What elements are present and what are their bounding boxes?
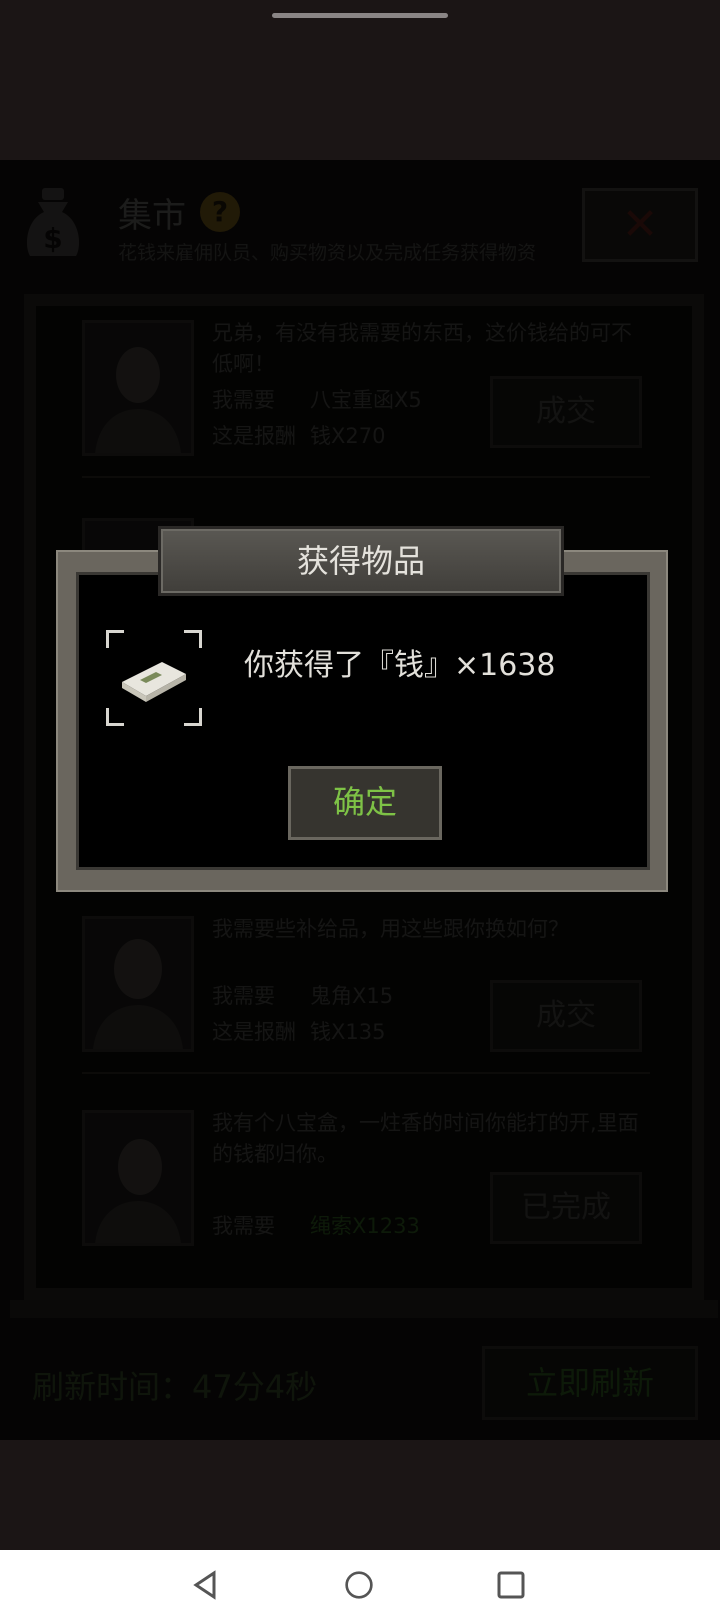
need-line: 我需要 鬼角X15	[212, 980, 393, 1010]
need-value: 绳索X1233	[310, 1214, 420, 1238]
confirm-button[interactable]: 确定	[288, 766, 442, 840]
refresh-now-button[interactable]: 立即刷新	[482, 1346, 698, 1420]
row-divider	[82, 1072, 650, 1074]
offer-text: 兄弟，有没有我需要的东西，这价钱给的可不低啊！	[212, 321, 632, 376]
reward-value: 钱X135	[310, 1020, 386, 1044]
market-screen: $ 集市 ? 花钱来雇佣队员、购买物资以及完成任务获得物资 ✕ 兄弟，有没有我需…	[0, 0, 720, 1600]
recents-icon[interactable]	[496, 1570, 526, 1600]
refresh-timer: 刷新时间：47分4秒	[32, 1368, 318, 1406]
system-nav-bar	[0, 1550, 720, 1600]
close-button[interactable]: ✕	[582, 188, 698, 262]
merchant-portrait	[82, 916, 194, 1052]
need-value: 鬼角X15	[310, 984, 394, 1008]
help-icon[interactable]: ?	[200, 192, 240, 232]
deal-button[interactable]: 成交	[490, 980, 642, 1052]
need-line: 我需要 八宝重函X5	[212, 384, 422, 414]
merchant-portrait	[82, 320, 194, 456]
need-label: 我需要	[212, 1214, 275, 1238]
need-label: 我需要	[212, 984, 275, 1008]
need-line: 我需要 绳索X1233	[212, 1210, 420, 1240]
home-icon[interactable]	[342, 1570, 376, 1600]
back-icon[interactable]	[190, 1570, 220, 1600]
reward-line: 这是报酬 钱X135	[212, 1016, 385, 1046]
reward-label: 这是报酬	[212, 1020, 296, 1044]
reward-label: 这是报酬	[212, 424, 296, 448]
status-bar-handle	[272, 13, 448, 18]
offer-text: 我有个八宝盒，一炷香的时间你能打的开,里面的钱都归你。	[212, 1111, 639, 1166]
reward-value: 钱X270	[310, 424, 386, 448]
completed-button[interactable]: 已完成	[490, 1172, 642, 1244]
need-label: 我需要	[212, 388, 275, 412]
reward-line: 这是报酬 钱X270	[212, 420, 385, 450]
reward-message: 你获得了『钱』×1638	[244, 648, 556, 683]
deal-button[interactable]: 成交	[490, 376, 642, 448]
row-divider	[82, 476, 650, 478]
svg-text:$: $	[43, 222, 62, 255]
need-value: 八宝重函X5	[310, 388, 422, 412]
offer-text: 我需要些补给品，用这些跟你换如何？	[212, 917, 569, 941]
money-stack-icon	[122, 662, 186, 702]
dialog-title-plate: 获得物品	[158, 526, 564, 596]
dialog-title: 获得物品	[296, 542, 425, 580]
money-bag-icon: $	[26, 188, 80, 256]
page-subtitle: 花钱来雇佣队员、购买物资以及完成任务获得物资	[118, 242, 537, 264]
page-title: 集市	[118, 196, 186, 236]
merchant-portrait	[82, 1110, 194, 1246]
close-icon: ✕	[621, 199, 659, 250]
